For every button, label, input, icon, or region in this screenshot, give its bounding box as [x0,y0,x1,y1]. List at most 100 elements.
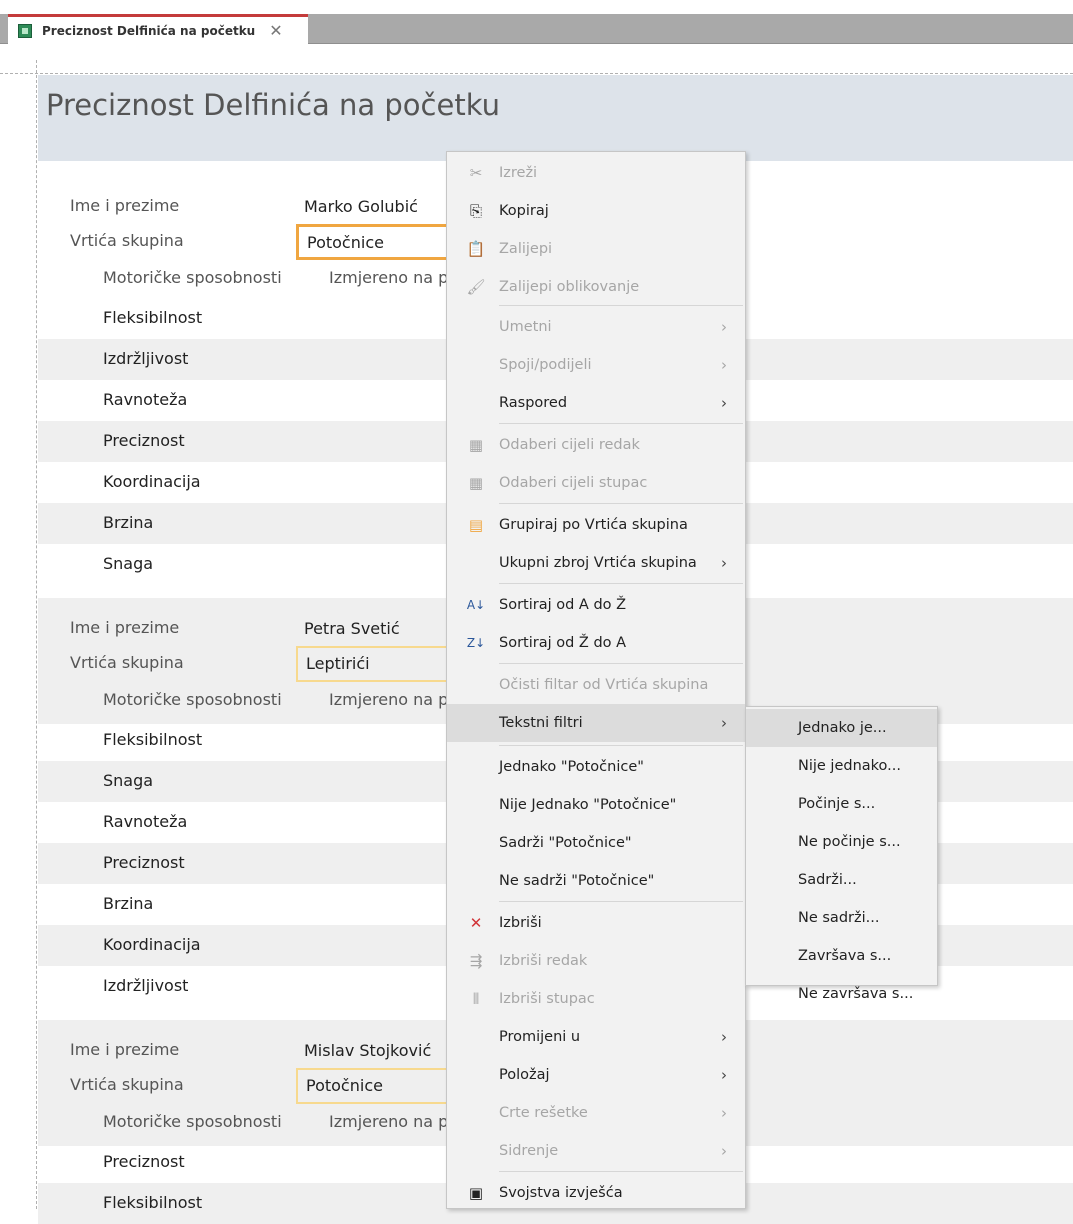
menu-item-contains[interactable]: Sadrži "Potočnice" [447,824,745,862]
submenu-item-not-ends-with[interactable]: Ne završava s... [746,975,937,1013]
label-measured: Izmjereno na p [329,1112,449,1131]
label-group: Vrtića skupina [70,653,184,672]
menu-item-label: Nije Jednako "Potočnice" [499,797,677,813]
menu-item-label: Ukupni zbroj Vrtića skupina [499,555,697,571]
menu-item-label: Sortiraj od A do Ž [499,597,627,613]
menu-separator [499,663,743,664]
skill-item: Ravnoteža [103,390,188,409]
menu-item-change-to[interactable]: Promijeni u › [447,1018,745,1056]
menu-item-label: Odaberi cijeli redak [499,437,640,453]
skill-item: Fleksibilnost [103,1193,203,1212]
submenu-item-not-begins-with[interactable]: Ne počinje s... [746,823,937,861]
chevron-right-icon: › [721,1066,727,1084]
menu-item-delete[interactable]: ✕ Izbriši [447,904,745,942]
submenu-item-begins-with[interactable]: Počinje s... [746,785,937,823]
group-field[interactable]: Leptirići [296,646,456,682]
menu-item-group-by[interactable]: ▤ Grupiraj po Vrtića skupina [447,506,745,544]
menu-item-delete-column: ⫴ Izbriši stupac [447,980,745,1018]
label-skills: Motoričke sposobnosti [103,268,282,287]
sort-asc-icon: A↓ [466,598,486,612]
delete-column-icon: ⫴ [472,990,480,1008]
submenu-item-label: Ne završava s... [798,986,914,1002]
menu-item-label: Izreži [499,165,538,181]
menu-item-label: Zalijepi oblikovanje [499,279,640,295]
skill-item: Koordinacija [103,935,201,954]
close-icon[interactable]: ✕ [269,21,282,40]
menu-item-not-equals[interactable]: Nije Jednako "Potočnice" [447,786,745,824]
chevron-right-icon: › [721,318,727,336]
menu-item-insert: Umetni › [447,308,745,346]
label-name: Ime i prezime [70,618,180,637]
submenu-item-label: Jednako je... [798,720,887,736]
menu-item-label: Zalijepi [499,241,553,257]
paste-icon: 📋 [466,240,486,258]
menu-item-select-column: ▦ Odaberi cijeli stupac [447,464,745,502]
skill-item: Snaga [103,771,154,790]
menu-separator [499,423,743,424]
value-name: Marko Golubić [304,197,418,216]
menu-item-report-properties[interactable]: ▣ Svojstva izvješća [447,1174,745,1212]
group-icon: ▤ [468,516,484,534]
grid-column-icon: ▦ [468,474,484,492]
chevron-right-icon: › [721,554,727,572]
sort-desc-icon: Z↓ [466,636,486,650]
menu-item-label: Jednako "Potočnice" [499,759,644,775]
menu-item-layout[interactable]: Raspored › [447,384,745,422]
skill-item: Preciznost [103,1152,185,1171]
skill-item: Fleksibilnost [103,308,203,327]
skill-item: Izdržljivost [103,976,189,995]
menu-item-label: Očisti filtar od Vrtića skupina [499,677,709,693]
menu-separator [499,745,743,746]
menu-item-text-filters[interactable]: Tekstni filtri › [447,704,745,742]
menu-item-sort-asc[interactable]: A↓ Sortiraj od A do Ž [447,586,745,624]
menu-item-label: Crte rešetke [499,1105,588,1121]
submenu-item-contains[interactable]: Sadrži... [746,861,937,899]
menu-item-position[interactable]: Položaj › [447,1056,745,1094]
skill-item: Brzina [103,894,154,913]
chevron-right-icon: › [721,1142,727,1160]
text-filters-submenu: Jednako je... Nije jednako... Počinje s...… [745,706,938,1002]
skill-item: Koordinacija [103,472,201,491]
tab-report[interactable]: Preciznost Delfinića na početku ✕ [8,14,308,44]
scissors-icon: ✂ [469,164,483,182]
menu-item-equals[interactable]: Jednako "Potočnice" [447,748,745,786]
menu-item-merge-split: Spoji/podijeli › [447,346,745,384]
menu-item-cut: ✂ Izreži [447,154,745,192]
menu-item-not-contains[interactable]: Ne sadrži "Potočnice" [447,862,745,900]
menu-item-label: Svojstva izvješća [499,1185,623,1201]
menu-item-label: Ne sadrži "Potočnice" [499,873,655,889]
skill-item: Snaga [103,554,154,573]
menu-item-total[interactable]: Ukupni zbroj Vrtića skupina › [447,544,745,582]
delete-row-icon: ⇶ [469,952,483,970]
delete-icon: ✕ [469,914,483,932]
menu-item-label: Odaberi cijeli stupac [499,475,648,491]
section-divider [0,73,1073,74]
menu-item-label: Kopiraj [499,203,549,219]
label-group: Vrtića skupina [70,1075,184,1094]
menu-item-paste-formatting: 🖌 Zalijepi oblikovanje [447,268,745,306]
group-field[interactable]: Potočnice [296,224,456,260]
grid-row-icon: ▦ [468,436,484,454]
label-name: Ime i prezime [70,1040,180,1059]
left-margin-guide [36,60,37,1209]
label-group: Vrtića skupina [70,231,184,250]
menu-item-label: Izbriši stupac [499,991,595,1007]
menu-separator [499,1171,743,1172]
menu-item-copy[interactable]: ⎘ Kopiraj [447,192,745,230]
chevron-right-icon: › [721,356,727,374]
menu-item-label: Položaj [499,1067,550,1083]
submenu-item-ends-with[interactable]: Završava s... [746,937,937,975]
submenu-item-not-equals[interactable]: Nije jednako... [746,747,937,785]
submenu-item-label: Sadrži... [798,872,857,888]
skill-item: Preciznost [103,431,185,450]
submenu-item-equals[interactable]: Jednako je... [746,709,937,747]
menu-item-sort-desc[interactable]: Z↓ Sortiraj od Ž do A [447,624,745,662]
value-name: Mislav Stojković [304,1041,432,1060]
submenu-item-not-contains[interactable]: Ne sadrži... [746,899,937,937]
menu-item-label: Tekstni filtri [499,715,583,731]
group-field[interactable]: Potočnice [296,1068,456,1104]
value-name: Petra Svetić [304,619,400,638]
chevron-right-icon: › [721,1104,727,1122]
menu-separator [499,901,743,902]
menu-item-label: Grupiraj po Vrtića skupina [499,517,688,533]
